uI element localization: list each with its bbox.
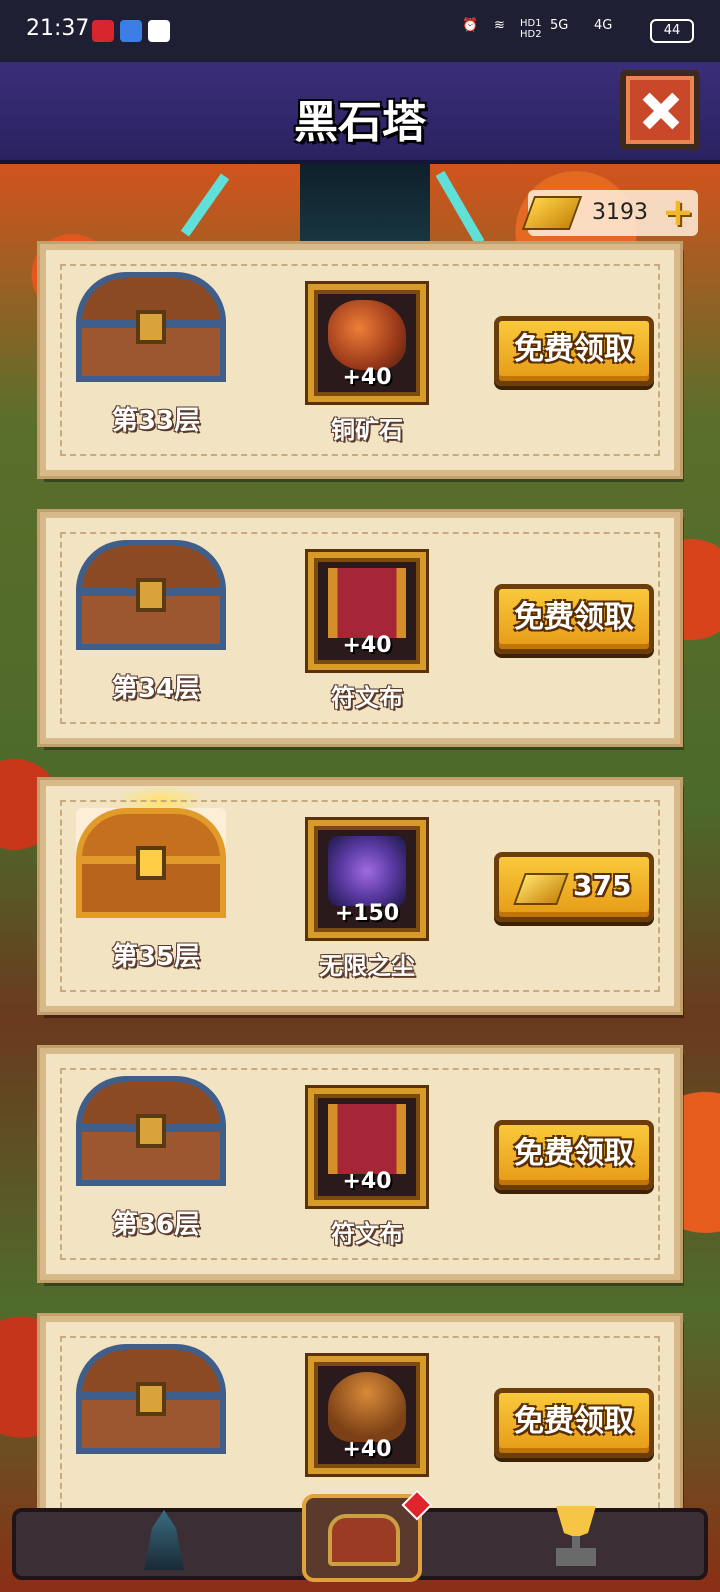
gold-counter: 3193 + <box>521 190 698 236</box>
gold-purchase-button[interactable]: 375 <box>494 852 654 922</box>
network-5g: 5G <box>550 18 569 33</box>
reward-item[interactable]: +40 <box>308 284 426 402</box>
nav-ranking[interactable] <box>516 1498 636 1586</box>
item-name: 符文布 <box>331 684 403 712</box>
free-claim-button[interactable]: 免费领取 <box>494 316 654 386</box>
free-claim-button[interactable]: 免费领取 <box>494 1388 654 1458</box>
reward-card: 第35层 +150 无限之尘 375 <box>40 780 680 1012</box>
reward-card: 第34层 +40 符文布 免费领取 <box>40 512 680 744</box>
item-quantity: +150 <box>334 901 400 926</box>
fiber-icon <box>328 1372 406 1442</box>
free-claim-button[interactable]: 免费领取 <box>494 584 654 654</box>
status-bar: 21:37 ⏰ ≋ HD1 HD2 5G 4G 44 <box>0 0 720 62</box>
network-4g: 4G <box>594 18 613 33</box>
reward-item[interactable]: +40 <box>308 552 426 670</box>
copper-ore-icon <box>328 300 406 370</box>
blue-chest-icon <box>76 272 226 382</box>
tower-icon <box>144 1510 184 1570</box>
floor-label: 第33层 <box>111 406 201 436</box>
reward-card: 第36层 +40 符文布 免费领取 <box>40 1048 680 1280</box>
nav-tower[interactable] <box>106 1498 226 1586</box>
hd-indicator: HD1 HD2 <box>520 18 542 40</box>
reward-item[interactable]: +40 <box>308 1356 426 1474</box>
item-name: 符文布 <box>331 1220 403 1248</box>
rune-cloth-icon <box>328 568 406 638</box>
chest-icon <box>328 1514 400 1566</box>
status-time: 21:37 <box>26 16 90 41</box>
battery-indicator: 44 <box>650 19 694 43</box>
floor-label: 第34层 <box>111 674 201 704</box>
notification-app-icon <box>148 20 170 42</box>
blue-chest-icon <box>76 1344 226 1454</box>
reward-card: 第33层 +40 铜矿石 免费领取 <box>40 244 680 476</box>
trophy-icon <box>556 1506 596 1566</box>
bottom-navigation <box>12 1489 708 1582</box>
page-title: 黑石塔 <box>294 97 426 148</box>
nav-chest[interactable] <box>302 1489 433 1582</box>
reward-item[interactable]: +40 <box>308 1088 426 1206</box>
wifi-icon: ≋ <box>494 18 505 33</box>
item-name: 铜矿石 <box>331 416 403 444</box>
item-name: 无限之尘 <box>319 952 415 980</box>
gold-bar-icon <box>521 196 583 230</box>
free-claim-button[interactable]: 免费领取 <box>494 1120 654 1190</box>
chest-glow <box>116 786 206 816</box>
notification-app-icon <box>92 20 114 42</box>
blue-chest-icon <box>76 540 226 650</box>
floor-label: 第36层 <box>111 1210 201 1240</box>
gold-amount: 3193 <box>592 200 648 225</box>
add-gold-button[interactable]: + <box>662 190 694 234</box>
reward-item[interactable]: +150 <box>308 820 426 938</box>
purchase-price: 375 <box>573 869 632 902</box>
alarm-icon: ⏰ <box>462 18 479 33</box>
close-button[interactable] <box>620 70 700 150</box>
blue-chest-icon <box>76 1076 226 1186</box>
rune-cloth-icon <box>328 1104 406 1174</box>
infinite-dust-icon <box>328 836 406 906</box>
page-header: 黑石塔 <box>0 62 720 164</box>
gold-chest-icon <box>76 808 226 918</box>
floor-label: 第35层 <box>111 942 201 972</box>
notification-app-icon <box>120 20 142 42</box>
item-quantity: +40 <box>342 633 392 658</box>
item-quantity: +40 <box>342 1437 392 1462</box>
item-quantity: +40 <box>342 365 392 390</box>
gold-bar-icon <box>513 873 569 905</box>
item-quantity: +40 <box>342 1169 392 1194</box>
